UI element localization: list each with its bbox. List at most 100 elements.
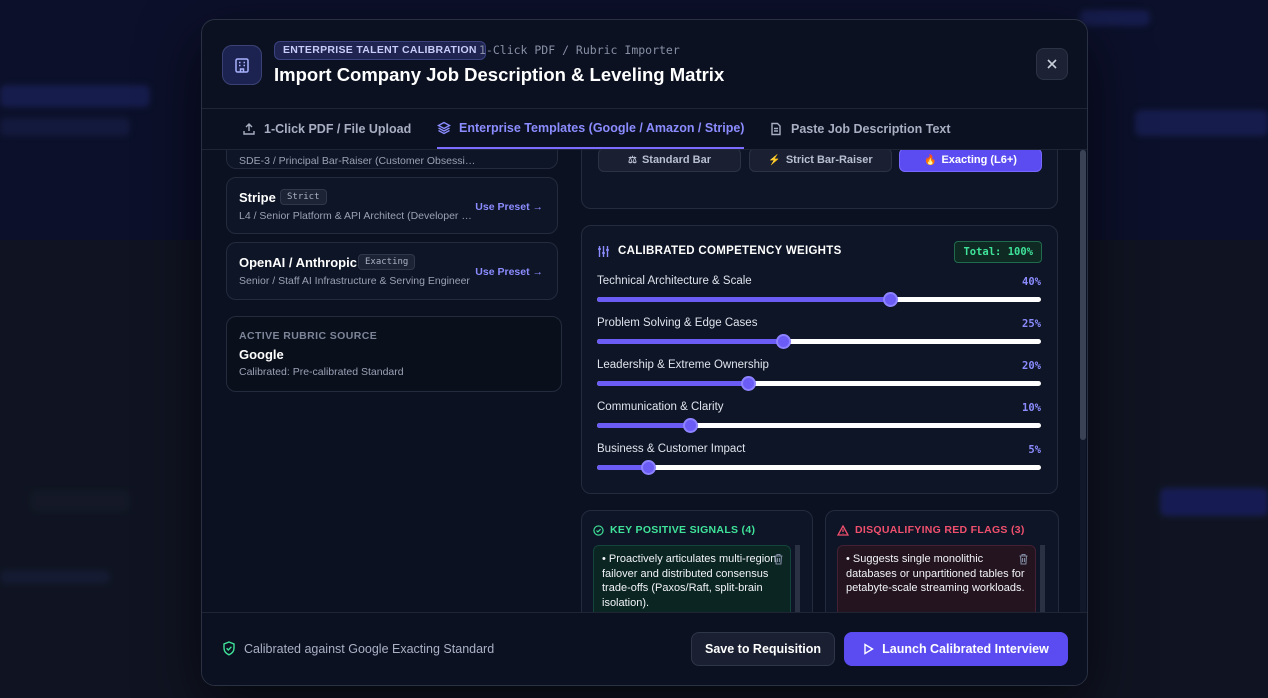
use-preset-link[interactable]: Use Preset → [475, 201, 543, 213]
launch-interview-button[interactable]: Launch Calibrated Interview [844, 632, 1068, 666]
weight-slider[interactable] [597, 376, 1041, 391]
preset-desc: SDE-3 / Principal Bar-Raiser (Customer O… [239, 155, 479, 167]
modal-footer: Calibrated against Google Exacting Stand… [202, 612, 1087, 685]
templates-panel: SDE-3 / Principal Bar-Raiser (Customer O… [202, 150, 1087, 612]
modal-header: ENTERPRISE TALENT CALIBRATION 1-Click PD… [202, 20, 1087, 109]
document-icon [771, 122, 781, 136]
weight-label: Technical Architecture & Scale [597, 275, 752, 287]
weights-title: CALIBRATED COMPETENCY WEIGHTS [618, 245, 842, 257]
warning-icon [837, 524, 849, 536]
launch-label: Launch Calibrated Interview [882, 642, 1049, 656]
signal-text: • Proactively articulates multi-region f… [602, 553, 777, 609]
level-exacting-button[interactable]: 🔥 Exacting (L6+) [899, 150, 1042, 172]
slider-fill [597, 297, 891, 302]
weight-slider[interactable] [597, 418, 1041, 433]
red-flags-title: DISQUALIFYING RED FLAGS (3) [855, 524, 1025, 536]
tab-label: Enterprise Templates (Google / Amazon / … [459, 121, 745, 135]
active-source-label: ACTIVE RUBRIC SOURCE [239, 330, 378, 342]
check-circle-icon [593, 524, 604, 536]
active-source-name: Google [239, 347, 284, 362]
weights-total-badge: Total: 100% [954, 241, 1042, 263]
tab-label: Paste Job Description Text [791, 122, 951, 136]
sliders-icon [598, 246, 609, 257]
preset-tag: Strict [280, 189, 327, 205]
trash-icon[interactable] [1018, 553, 1029, 565]
red-flags-card: DISQUALIFYING RED FLAGS (3) • Suggests s… [825, 510, 1059, 612]
preset-tag: Exacting [358, 254, 416, 270]
preset-card-openai[interactable]: OpenAI / Anthropic Exacting Senior / Sta… [226, 242, 558, 300]
weight-value: 20% [1022, 360, 1041, 372]
active-source-card: ACTIVE RUBRIC SOURCE Google Calibrated: … [226, 316, 562, 392]
red-flags-header: DISQUALIFYING RED FLAGS (3) [837, 524, 1025, 536]
weight-value: 25% [1022, 318, 1041, 330]
modal-title: Import Company Job Description & Levelin… [274, 64, 725, 85]
weight-slider[interactable] [597, 460, 1041, 475]
calibration-note-text: Calibrated against Google Exacting Stand… [244, 641, 495, 656]
scale-icon: ⚖ [627, 154, 637, 166]
weight-slider[interactable] [597, 334, 1041, 349]
preset-card-stripe[interactable]: Stripe Strict L4 / Senior Platform & API… [226, 177, 558, 234]
slider-fill [597, 339, 784, 344]
shield-check-icon [223, 641, 235, 656]
level-strict-button[interactable]: ⚡ Strict Bar-Raiser [749, 150, 892, 172]
tab-paste-text[interactable]: Paste Job Description Text [769, 109, 951, 149]
weight-slider-row: Leadership & Extreme Ownership 20% [597, 359, 1041, 399]
weight-label: Problem Solving & Edge Cases [597, 317, 758, 329]
preset-desc: Senior / Staff AI Infrastructure & Servi… [239, 275, 470, 287]
play-icon [864, 643, 875, 655]
level-label: Standard Bar [641, 154, 712, 166]
scrollbar-thumb[interactable] [1080, 150, 1086, 440]
preset-desc: L4 / Senior Platform & API Architect (De… [239, 210, 475, 222]
lightning-icon: ⚡ [768, 154, 781, 166]
positive-signals-title: KEY POSITIVE SIGNALS (4) [610, 524, 756, 536]
close-button[interactable] [1036, 48, 1068, 80]
calibration-badge: ENTERPRISE TALENT CALIBRATION [274, 41, 486, 60]
level-standard-button[interactable]: ⚖ Standard Bar [598, 150, 741, 172]
weight-slider[interactable] [597, 292, 1041, 307]
level-label: Exacting (L6+) [941, 154, 1017, 166]
slider-thumb[interactable] [683, 418, 699, 433]
weight-slider-row: Business & Customer Impact 5% [597, 443, 1041, 483]
layers-icon [437, 121, 451, 135]
slider-fill [597, 381, 748, 386]
save-to-requisition-button[interactable]: Save to Requisition [691, 632, 835, 666]
building-icon [222, 45, 262, 85]
weight-slider-row: Communication & Clarity 10% [597, 401, 1041, 441]
import-tabs: 1-Click PDF / File Upload Enterprise Tem… [202, 109, 1087, 150]
positive-signals-scrollbar[interactable] [795, 545, 800, 612]
trash-icon[interactable] [773, 553, 784, 565]
weight-label: Business & Customer Impact [597, 443, 746, 455]
preset-name: OpenAI / Anthropic [239, 255, 357, 270]
use-preset-link[interactable]: Use Preset → [475, 266, 543, 278]
preset-card-partial[interactable]: SDE-3 / Principal Bar-Raiser (Customer O… [226, 150, 558, 169]
weight-slider-row: Technical Architecture & Scale 40% [597, 275, 1041, 315]
rigor-level-selector: ⚖ Standard Bar ⚡ Strict Bar-Raiser 🔥 Exa… [598, 150, 1042, 172]
header-subtitle: 1-Click PDF / Rubric Importer [479, 43, 680, 57]
weight-value: 5% [1028, 444, 1041, 456]
competency-weights-card: CALIBRATED COMPETENCY WEIGHTS Total: 100… [581, 225, 1058, 494]
tab-enterprise-templates[interactable]: Enterprise Templates (Google / Amazon / … [437, 109, 745, 149]
red-flags-scrollbar[interactable] [1040, 545, 1045, 612]
positive-signals-card: KEY POSITIVE SIGNALS (4) • Proactively a… [581, 510, 813, 612]
close-icon [1047, 59, 1057, 69]
slider-thumb[interactable] [740, 376, 756, 391]
positive-signals-header: KEY POSITIVE SIGNALS (4) [593, 524, 755, 536]
weight-value: 10% [1022, 402, 1041, 414]
level-label: Strict Bar-Raiser [785, 154, 873, 166]
slider-thumb[interactable] [776, 334, 792, 349]
active-source-calibration: Calibrated: Pre-calibrated Standard [239, 366, 404, 378]
slider-thumb[interactable] [641, 460, 657, 475]
tab-file-upload[interactable]: 1-Click PDF / File Upload [242, 109, 411, 149]
import-modal: ENTERPRISE TALENT CALIBRATION 1-Click PD… [201, 19, 1088, 686]
content-scrollbar[interactable] [1080, 150, 1086, 612]
red-flag-item: • Suggests single monolithic databases o… [837, 545, 1036, 612]
preset-name: Stripe [239, 190, 276, 205]
calibration-note: Calibrated against Google Exacting Stand… [222, 641, 494, 656]
slider-thumb[interactable] [883, 292, 899, 307]
weight-slider-row: Problem Solving & Edge Cases 25% [597, 317, 1041, 357]
weight-value: 40% [1022, 276, 1041, 288]
positive-signal-item: • Proactively articulates multi-region f… [593, 545, 791, 612]
rigor-level-card: ⚖ Standard Bar ⚡ Strict Bar-Raiser 🔥 Exa… [581, 150, 1058, 209]
weight-label: Leadership & Extreme Ownership [597, 359, 769, 371]
weight-label: Communication & Clarity [597, 401, 724, 413]
